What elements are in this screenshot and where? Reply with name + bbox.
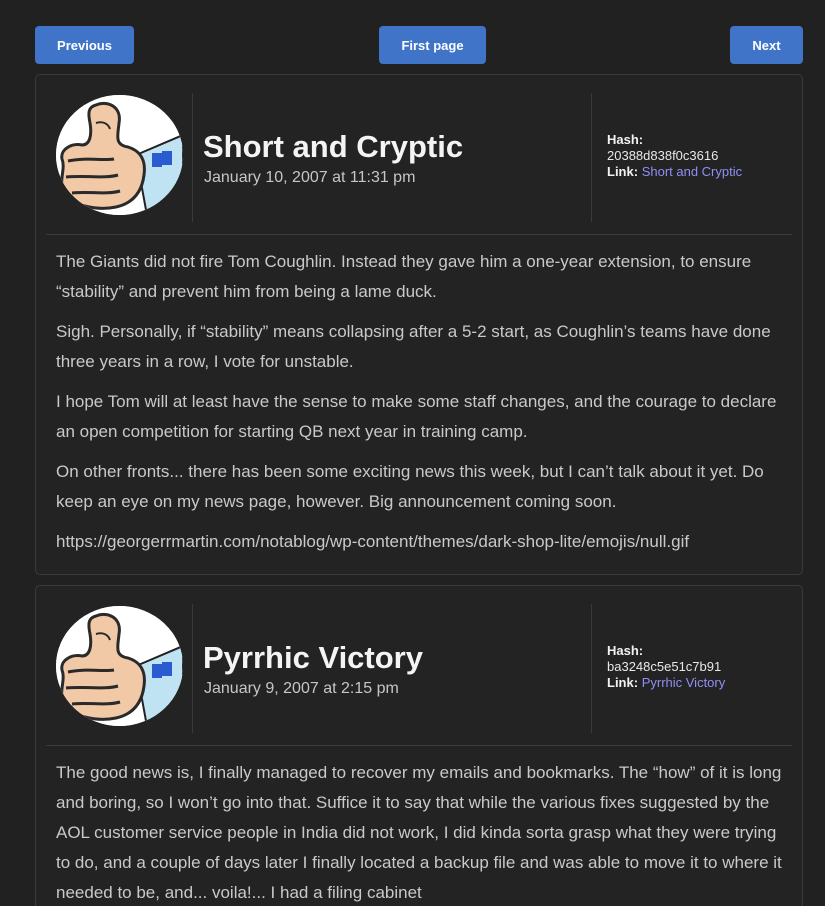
post-date: January 10, 2007 at 11:31 pm <box>204 169 416 186</box>
post-meta: Hash: ba3248c5e51c7b91 Link: Pyrrhic Vic… <box>607 643 797 691</box>
post-date: January 9, 2007 at 2:15 pm <box>204 680 399 697</box>
post-body: The Giants did not fire Tom Coughlin. In… <box>56 247 782 567</box>
thumbs-up-icon <box>56 606 183 726</box>
header-divider <box>591 604 592 733</box>
hash-label: Hash: <box>607 643 644 658</box>
post-title[interactable]: Short and Cryptic <box>203 129 463 165</box>
paragraph: Sigh. Personally, if “stability” means c… <box>56 322 771 371</box>
post-header: Pyrrhic Victory January 9, 2007 at 2:15 … <box>36 586 802 746</box>
paragraph: https://georgerrmartin.com/notablog/wp-c… <box>56 532 690 551</box>
post-meta: Hash: 20388d838f0c3616 Link: Short and C… <box>607 132 797 180</box>
first-page-button[interactable]: First page <box>379 26 486 64</box>
paragraph: The good news is, I finally managed to r… <box>56 763 782 902</box>
hash-value: ba3248c5e51c7b91 <box>607 659 722 674</box>
header-divider <box>192 93 193 222</box>
next-button[interactable]: Next <box>730 26 803 64</box>
header-rule <box>46 745 792 746</box>
permalink[interactable]: Pyrrhic Victory <box>642 675 726 690</box>
post-card: Short and Cryptic January 10, 2007 at 11… <box>35 74 803 575</box>
post-body: The good news is, I finally managed to r… <box>56 758 782 906</box>
header-divider <box>192 604 193 733</box>
link-label: Link: <box>607 675 639 690</box>
paragraph: On other fronts... there has been some e… <box>56 462 764 511</box>
hash-value: 20388d838f0c3616 <box>607 148 719 163</box>
post-card: Pyrrhic Victory January 9, 2007 at 2:15 … <box>35 585 803 906</box>
paragraph: The Giants did not fire Tom Coughlin. In… <box>56 252 752 301</box>
avatar <box>56 606 183 726</box>
hash-label: Hash: <box>607 132 644 147</box>
previous-button[interactable]: Previous <box>35 26 134 64</box>
header-divider <box>591 93 592 222</box>
permalink[interactable]: Short and Cryptic <box>642 164 742 179</box>
avatar <box>56 95 183 215</box>
header-rule <box>46 234 792 235</box>
post-header: Short and Cryptic January 10, 2007 at 11… <box>36 75 802 235</box>
link-label: Link: <box>607 164 639 179</box>
post-title[interactable]: Pyrrhic Victory <box>203 640 423 676</box>
paragraph: I hope Tom will at least have the sense … <box>56 392 777 441</box>
thumbs-up-icon <box>56 95 183 215</box>
pagination-bar: Previous First page Next <box>35 26 803 64</box>
